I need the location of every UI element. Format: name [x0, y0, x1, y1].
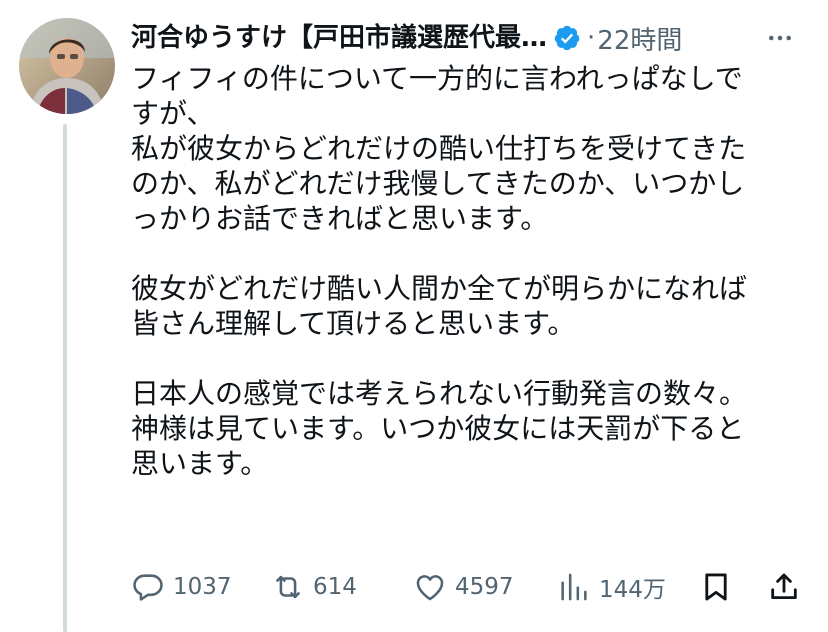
bookmark-button[interactable] — [699, 565, 733, 609]
header-separator: · — [587, 23, 596, 53]
post-header: 河合ゆうすけ【戸田市議選歴代最… · 22時間 — [131, 16, 816, 60]
post-timestamp[interactable]: 22時間 — [597, 20, 682, 57]
thread-connector-line — [63, 124, 67, 632]
like-button[interactable]: 4597 — [413, 565, 514, 609]
repost-button[interactable]: 614 — [271, 565, 357, 609]
post-text-line: 彼女がどれだけ酷い人間か全てが明らかになれば — [131, 272, 748, 305]
repost-arrows-icon — [276, 575, 300, 599]
reply-button[interactable]: 1037 — [131, 565, 232, 609]
views-bars-icon — [561, 573, 587, 601]
avatar[interactable] — [19, 18, 115, 114]
post-actions-bar: 1037 614 4597 144万 — [131, 565, 811, 609]
views-button[interactable]: 144万 — [557, 565, 666, 609]
post-text-line: 思います。 — [131, 447, 269, 480]
reply-count: 1037 — [173, 574, 232, 600]
views-count: 144万 — [599, 577, 666, 603]
share-button[interactable] — [767, 565, 801, 609]
bookmark-icon — [705, 573, 727, 601]
verified-badge-icon — [554, 25, 580, 51]
post-text-line: 私が彼女からどれだけの酷い仕打ちを受けてきた — [131, 132, 747, 165]
like-count: 4597 — [455, 574, 514, 600]
author-display-name[interactable]: 河合ゆうすけ【戸田市議選歴代最… — [131, 16, 547, 60]
post-text-line: っかりお話できればと思います。 — [131, 202, 549, 235]
post-text: フィフィの件について一方的に言われっぱなしで すが、 私が彼女からどれだけの酷い… — [131, 61, 801, 481]
repost-count: 614 — [313, 574, 357, 600]
post-text-line: 皆さん理解して頂けると思います。 — [131, 307, 576, 340]
heart-icon — [416, 575, 444, 601]
post-text-line: 日本人の感覚では考えられない行動発言の数々。 — [131, 377, 748, 410]
post-text-line: すが、 — [131, 97, 215, 130]
post-text-line: のか、私がどれだけ我慢してきたのか、いつかし — [131, 167, 745, 200]
post-text-line: フィフィの件について一方的に言われっぱなしで — [131, 62, 743, 95]
reply-bubble-icon — [133, 574, 163, 601]
share-upload-icon — [771, 573, 797, 600]
more-dots-icon[interactable] — [762, 16, 798, 60]
post-text-line: 神様は見ています。いつか彼女には天罰が下ると — [131, 412, 745, 445]
